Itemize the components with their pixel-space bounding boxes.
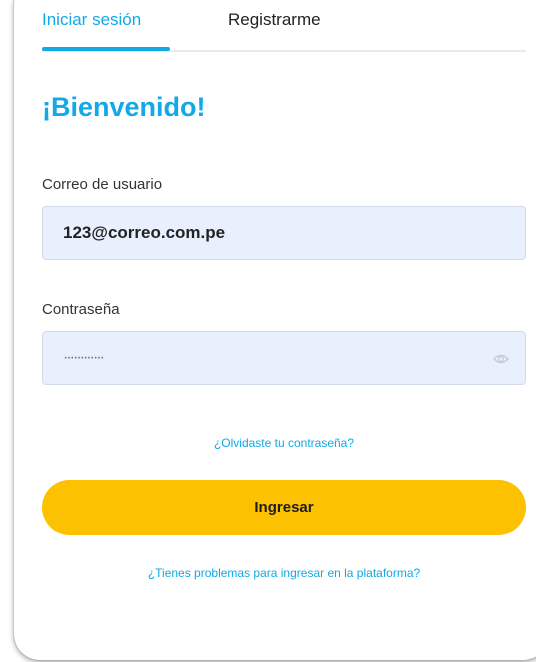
- auth-tabs: Iniciar sesión Registrarme: [42, 0, 526, 52]
- email-input[interactable]: [43, 207, 525, 259]
- tab-login[interactable]: Iniciar sesión: [42, 10, 141, 30]
- password-input[interactable]: [43, 332, 525, 384]
- email-field[interactable]: [42, 206, 526, 260]
- help-link[interactable]: ¿Tienes problemas para ingresar en la pl…: [42, 566, 526, 580]
- active-tab-indicator: [42, 47, 170, 51]
- login-button[interactable]: Ingresar: [42, 480, 526, 535]
- tab-register[interactable]: Registrarme: [228, 10, 321, 30]
- page-title: ¡Bienvenido!: [42, 92, 206, 122]
- eye-icon[interactable]: [493, 351, 509, 367]
- password-label: Contraseña: [42, 301, 120, 318]
- email-label: Correo de usuario: [42, 176, 163, 193]
- forgot-password-link[interactable]: ¿Olvidaste tu contraseña?: [42, 436, 526, 450]
- password-field[interactable]: [42, 331, 526, 385]
